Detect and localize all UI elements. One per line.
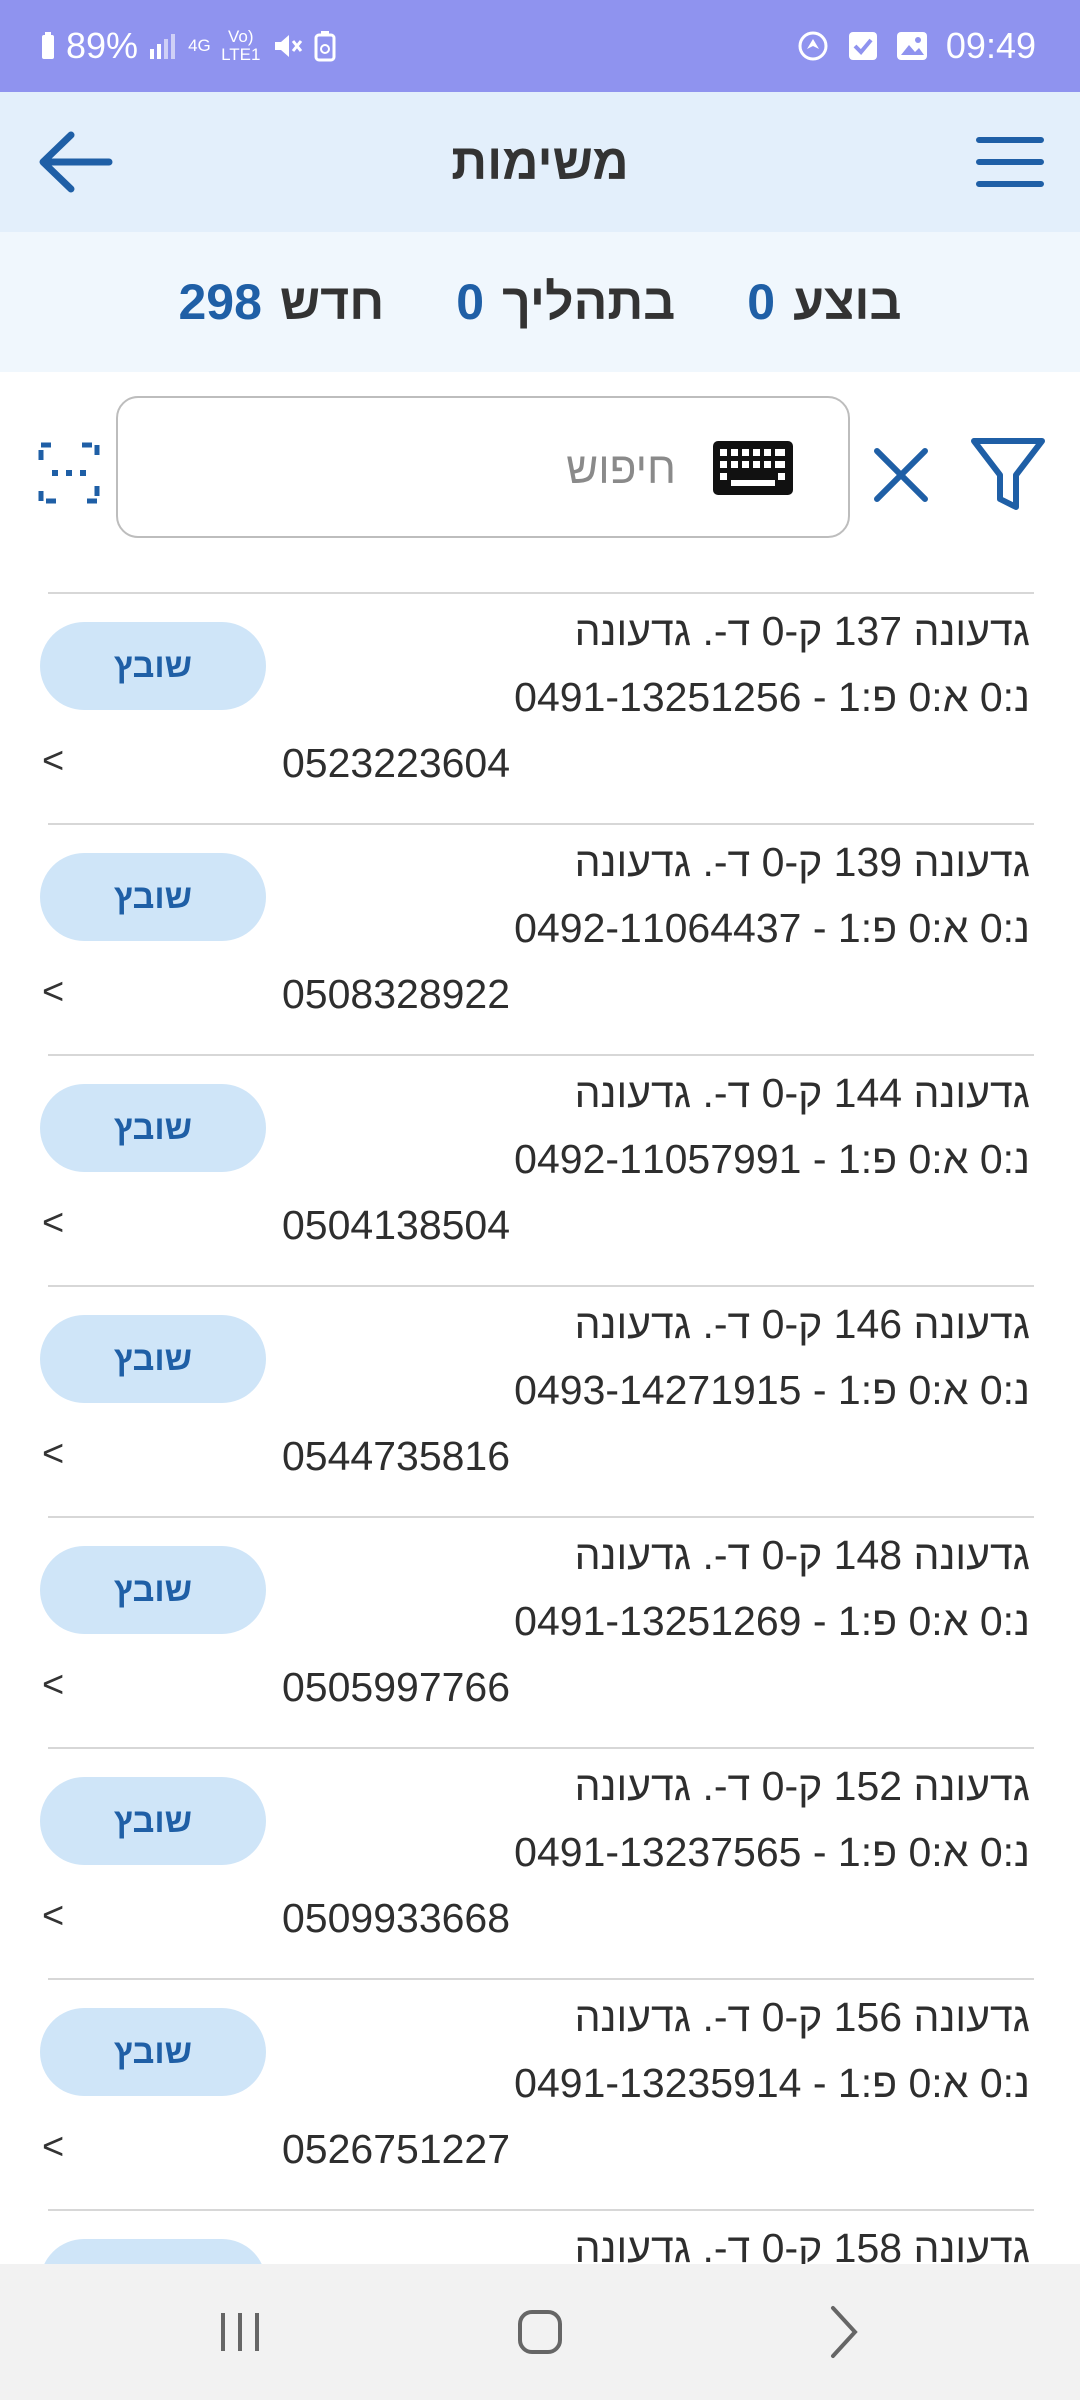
task-item[interactable]: גדעונה 152 ק-0 ד-. גדעונה נ:0 א:0 פ:1 - … xyxy=(40,1747,1034,1978)
task-item[interactable]: גדעונה 146 ק-0 ד-. גדעונה נ:0 א:0 פ:1 - … xyxy=(40,1285,1034,1516)
filter-button[interactable] xyxy=(966,432,1050,516)
status-right: 09:49 xyxy=(796,0,1036,92)
counter-in-progress-label: בתהליך xyxy=(502,274,676,330)
task-item[interactable]: גדעונה 158 ק-0 ד-. גדעונה שובץ xyxy=(40,2209,1034,2264)
task-phone: 0523223604 xyxy=(282,740,511,786)
task-item[interactable]: גדעונה 148 ק-0 ד-. גדעונה נ:0 א:0 פ:1 - … xyxy=(40,1516,1034,1747)
task-phone: 0504138504 xyxy=(282,1202,511,1248)
task-meter-info: נ:0 א:0 פ:1 - 0491-13237565 xyxy=(514,1829,1030,1875)
recent-apps-button[interactable] xyxy=(200,2302,280,2362)
chevron-icon: < xyxy=(42,971,65,1013)
recycle-battery-icon xyxy=(313,30,337,62)
chevron-icon: < xyxy=(42,1433,65,1475)
app-bar: משימות xyxy=(0,92,1080,232)
page-title: משימות xyxy=(451,134,629,190)
status-badge[interactable]: שובץ xyxy=(40,1084,266,1172)
status-badge[interactable]: שובץ xyxy=(40,2008,266,2096)
filter-icon xyxy=(971,438,1045,510)
task-address: גדעונה 152 ק-0 ד-. גדעונה xyxy=(574,1763,1030,1809)
search-box xyxy=(116,396,850,538)
task-phone: 0505997766 xyxy=(282,1664,511,1710)
counter-new[interactable]: חדש 298 xyxy=(178,273,384,331)
chevron-icon: < xyxy=(42,1202,65,1244)
counter-done-value: 0 xyxy=(747,274,776,330)
recent-apps-icon xyxy=(221,2313,259,2351)
task-phone: 0526751227 xyxy=(282,2126,511,2172)
status-badge[interactable]: שובץ xyxy=(40,2239,266,2264)
chevron-icon: < xyxy=(42,740,65,782)
mute-icon xyxy=(271,30,303,62)
task-address: גדעונה 146 ק-0 ד-. גדעונה xyxy=(574,1301,1030,1347)
task-meter-info: נ:0 א:0 פ:1 - 0491-13235914 xyxy=(514,2060,1030,2106)
keyboard-icon xyxy=(713,441,793,495)
status-badge[interactable]: שובץ xyxy=(40,1315,266,1403)
task-item[interactable]: גדעונה 137 ק-0 ד-. גדעונה נ:0 א:0 פ:1 - … xyxy=(40,592,1034,823)
chevron-icon: < xyxy=(42,1895,65,1937)
task-item[interactable]: גדעונה 156 ק-0 ד-. גדעונה נ:0 א:0 פ:1 - … xyxy=(40,1978,1034,2209)
counter-new-value: 298 xyxy=(178,274,262,330)
clear-search-button[interactable] xyxy=(864,438,938,512)
signal-icon xyxy=(148,31,178,61)
battery-icon xyxy=(40,31,56,61)
chevron-right-icon xyxy=(831,2306,858,2358)
counter-in-progress-value: 0 xyxy=(456,274,485,330)
barcode-scan-icon xyxy=(38,442,100,504)
task-meter-info: נ:0 א:0 פ:1 - 0491-13251256 xyxy=(514,674,1030,720)
system-nav-bar xyxy=(0,2264,1080,2400)
task-address: גדעונה 137 ק-0 ד-. גדעונה xyxy=(574,608,1030,654)
status-badge[interactable]: שובץ xyxy=(40,622,266,710)
task-address: גדעונה 139 ק-0 ד-. גדעונה xyxy=(574,839,1030,885)
counter-done-label: בוצע xyxy=(793,274,902,330)
status-badge[interactable]: שובץ xyxy=(40,1546,266,1634)
task-address: גדעונה 158 ק-0 ד-. גדעונה xyxy=(574,2225,1030,2264)
counter-in-progress[interactable]: בתהליך 0 xyxy=(456,273,675,331)
gallery-icon xyxy=(896,31,928,61)
home-icon xyxy=(518,2310,562,2354)
checkbox-notification-icon xyxy=(848,31,878,61)
scan-button[interactable] xyxy=(38,442,100,504)
status-bar: 89% 4G Vo) LTE1 09:49 xyxy=(0,0,1080,92)
network-type: 4G xyxy=(188,36,211,55)
volte-indicator: Vo) LTE1 xyxy=(221,27,261,64)
menu-button[interactable] xyxy=(972,128,1048,196)
chevron-icon: < xyxy=(42,2126,65,2168)
hamburger-icon xyxy=(976,137,1044,187)
task-phone: 0508328922 xyxy=(282,971,511,1017)
keyboard-button[interactable] xyxy=(712,440,794,496)
task-phone: 0509933668 xyxy=(282,1895,511,1941)
location-target-icon xyxy=(796,29,830,63)
nav-back-button[interactable] xyxy=(804,2302,884,2362)
task-counters: בוצע 0 בתהליך 0 חדש 298 xyxy=(0,232,1080,372)
chevron-icon: < xyxy=(42,1664,65,1706)
task-address: גדעונה 148 ק-0 ד-. גדעונה xyxy=(574,1532,1030,1578)
task-meter-info: נ:0 א:0 פ:1 - 0493-14271915 xyxy=(514,1367,1030,1413)
status-left: 89% 4G Vo) LTE1 xyxy=(40,0,337,92)
task-meter-info: נ:0 א:0 פ:1 - 0491-13251269 xyxy=(514,1598,1030,1644)
counter-done[interactable]: בוצע 0 xyxy=(747,273,901,331)
task-address: גדעונה 156 ק-0 ד-. גדעונה xyxy=(574,1994,1030,2040)
task-meter-info: נ:0 א:0 פ:1 - 0492-11064437 xyxy=(514,905,1030,951)
home-button[interactable] xyxy=(500,2302,580,2362)
task-list: גדעונה 137 ק-0 ד-. גדעונה נ:0 א:0 פ:1 - … xyxy=(0,592,1080,2264)
search-input[interactable] xyxy=(174,426,678,512)
task-phone: 0544735816 xyxy=(282,1433,511,1479)
status-badge[interactable]: שובץ xyxy=(40,1777,266,1865)
task-item[interactable]: גדעונה 144 ק-0 ד-. גדעונה נ:0 א:0 פ:1 - … xyxy=(40,1054,1034,1285)
close-icon xyxy=(874,448,928,502)
counter-new-label: חדש xyxy=(279,274,385,330)
clock: 09:49 xyxy=(945,25,1036,66)
task-meter-info: נ:0 א:0 פ:1 - 0492-11057991 xyxy=(514,1136,1030,1182)
task-item[interactable]: גדעונה 139 ק-0 ד-. גדעונה נ:0 א:0 פ:1 - … xyxy=(40,823,1034,1054)
task-address: גדעונה 144 ק-0 ד-. גדעונה xyxy=(574,1070,1030,1116)
arrow-left-icon xyxy=(39,131,113,193)
status-badge[interactable]: שובץ xyxy=(40,853,266,941)
battery-percent: 89% xyxy=(66,25,139,66)
back-button[interactable] xyxy=(30,124,120,200)
